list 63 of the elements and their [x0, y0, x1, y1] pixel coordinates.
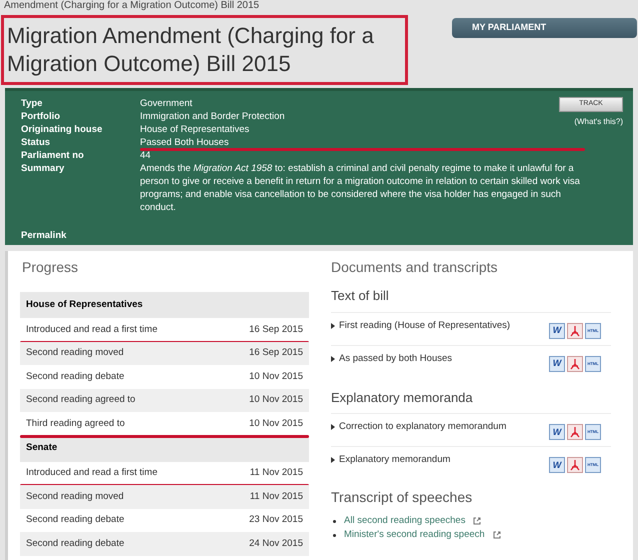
- house-header: House of Representatives: [20, 292, 309, 318]
- stage-label: Introduced and read a first time: [26, 322, 158, 337]
- document-link[interactable]: As passed by both Houses: [339, 352, 452, 366]
- stage-label: Second reading debate: [26, 536, 124, 551]
- stage-date: 24 Nov 2015: [249, 536, 303, 551]
- expand-arrow-icon: [331, 424, 335, 430]
- detail-value: Passed Both Houses: [140, 137, 229, 148]
- detail-value: House of Representatives: [140, 124, 250, 135]
- document-link[interactable]: Explanatory memorandum: [339, 453, 450, 468]
- external-link-icon: [492, 531, 501, 539]
- stage-date: 10 Nov 2015: [249, 370, 303, 384]
- detail-label: Portfolio: [21, 110, 62, 123]
- stage-label: Third reading agreed to: [26, 416, 125, 431]
- my-parliament-button[interactable]: MY PARLIAMENT: [452, 18, 637, 38]
- bullet-icon: [333, 520, 336, 522]
- stage-date: 16 Sep 2015: [249, 346, 303, 360]
- subsection-heading: Transcript of speeches: [331, 488, 474, 507]
- detail-label: Parliament no: [21, 149, 85, 162]
- stage-label: Second reading debate: [26, 513, 124, 528]
- detail-value: Amends the Migration Act 1958 to: establish a criminal and civil penalty regime to make it unlawful for a person to give or receive a benefit in return for a migration outcome in relation to certain skilled work visa programs; and enable visa cancellation to be considered where the visa holder has engaged in such conduct.: [140, 163, 580, 213]
- external-link-icon: [473, 517, 482, 525]
- expand-arrow-icon: [331, 457, 335, 464]
- stage-label: Second reading debate: [26, 370, 124, 384]
- word-document-button[interactable]: W: [549, 424, 565, 440]
- speech-link[interactable]: Minister's second reading speech: [344, 528, 485, 542]
- stage-date: 11 Nov 2015: [250, 466, 303, 480]
- stage-label: Second reading moved: [26, 346, 124, 360]
- pdf-document-button[interactable]: [567, 356, 583, 372]
- stage-label: Second reading moved: [26, 490, 124, 504]
- subsection-heading: Explanatory memoranda: [331, 388, 474, 407]
- whats-this-link[interactable]: (What's this?): [574, 116, 623, 128]
- pdf-document-button[interactable]: [567, 322, 583, 338]
- stage-date: 11 Nov 2015: [250, 490, 303, 504]
- detail-label: Type: [21, 97, 44, 110]
- detail-label: Summary: [21, 162, 66, 176]
- subsection-heading: Text of bill: [331, 287, 390, 305]
- stage-date: 16 Sep 2015: [249, 322, 303, 337]
- page-title: Migration Amendment (Charging for a Migration Outcome) Bill 2015: [1, 15, 408, 85]
- bullet-icon: [333, 534, 336, 536]
- word-document-button[interactable]: W: [549, 322, 565, 338]
- detail-label: Status: [21, 136, 52, 149]
- stage-date: 10 Nov 2015: [249, 393, 303, 408]
- word-document-button[interactable]: W: [549, 457, 565, 473]
- permalink[interactable]: Permalink: [21, 229, 617, 244]
- section-heading: Progress: [21, 258, 80, 277]
- document-link[interactable]: Correction to explanatory memorandum: [339, 420, 506, 434]
- expand-arrow-icon: [331, 322, 335, 329]
- breadcrumb: Amendment (Charging for a Migration Outcome) Bill 2015: [3, 0, 260, 12]
- detail-value: 44: [140, 150, 151, 161]
- detail-value: Government: [140, 98, 192, 109]
- stage-label: Second reading agreed to: [26, 393, 136, 408]
- pdf-document-button[interactable]: [567, 457, 583, 473]
- detail-value: Immigration and Border Protection: [140, 111, 285, 122]
- section-heading: Documents and transcripts: [331, 258, 499, 277]
- detail-label: Originating house: [21, 123, 104, 136]
- stage-date: 10 Nov 2015: [249, 416, 303, 431]
- stage-date: 23 Nov 2015: [249, 513, 303, 528]
- stage-label: Introduced and read a first time: [26, 466, 158, 480]
- speech-link[interactable]: All second reading speeches: [344, 514, 466, 528]
- document-link[interactable]: First reading (House of Representatives): [339, 318, 510, 333]
- pdf-document-button[interactable]: [567, 424, 583, 440]
- expand-arrow-icon: [331, 356, 335, 362]
- word-document-button[interactable]: W: [549, 356, 565, 372]
